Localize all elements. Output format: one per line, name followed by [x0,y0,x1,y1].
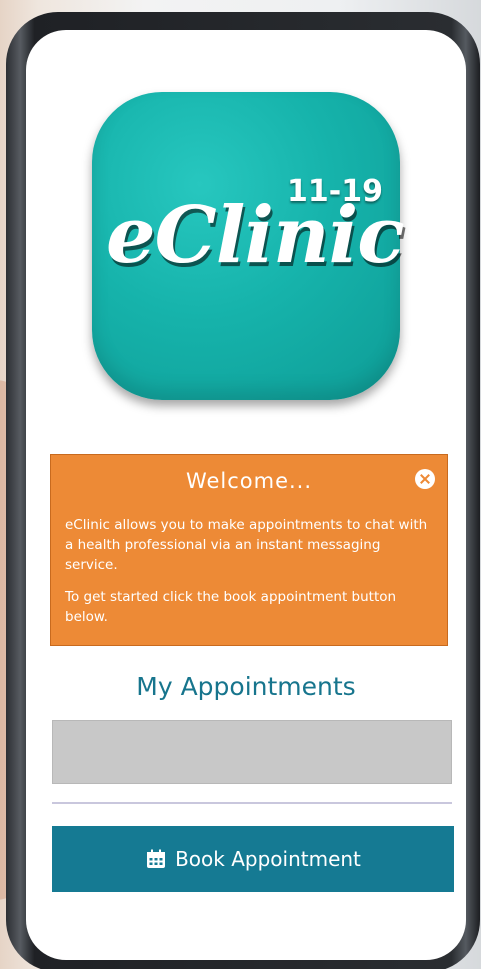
welcome-message: eClinic allows you to make appointments … [65,515,435,639]
book-appointment-label: Book Appointment [175,847,361,871]
photo-scene: 11-19 eClinic Welcome... eClinic allows … [0,0,481,969]
appointments-list [52,720,452,784]
welcome-paragraph: eClinic allows you to make appointments … [65,517,428,573]
logo-wordmark: eClinic [106,190,405,281]
book-appointment-button[interactable]: Book Appointment [52,826,454,892]
welcome-paragraph: To get started click the book appointmen… [65,589,397,625]
eclinic-app-logo: 11-19 eClinic [92,92,405,400]
calendar-icon [147,849,166,868]
welcome-alert: Welcome... eClinic allows you to make ap… [50,454,448,646]
phone-frame: 11-19 eClinic Welcome... eClinic allows … [6,12,480,969]
phone-screen: 11-19 eClinic Welcome... eClinic allows … [26,30,466,960]
close-icon[interactable] [415,469,435,489]
divider [52,802,452,804]
my-appointments-heading: My Appointments [136,672,356,701]
welcome-title: Welcome... [185,469,313,493]
